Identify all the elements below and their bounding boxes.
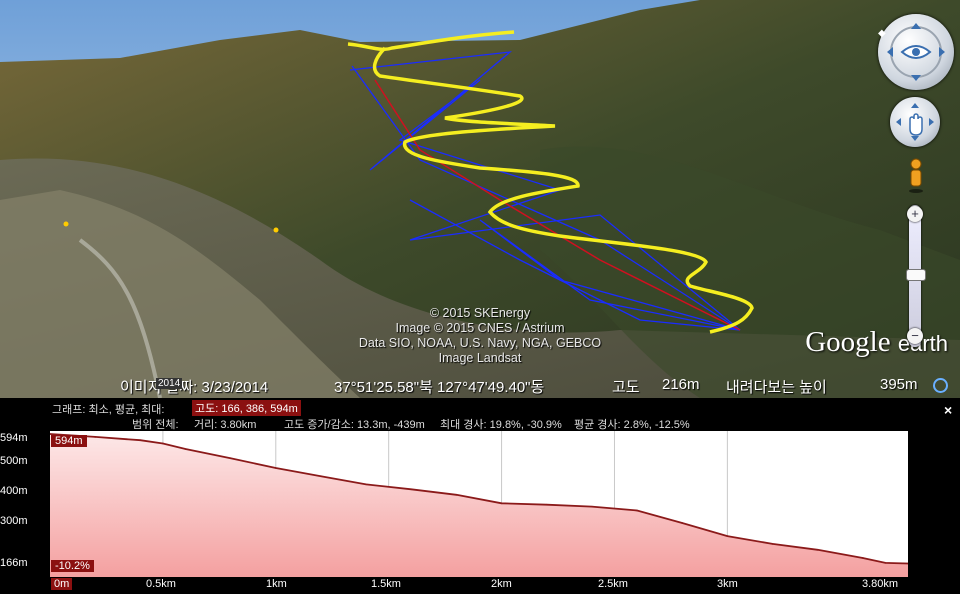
x-tick-label: 0.5km xyxy=(146,578,176,590)
zoom-in-button[interactable]: + xyxy=(907,206,923,222)
distance-stat: 거리: 3.80km xyxy=(194,419,257,431)
zoom-slider-thumb[interactable] xyxy=(906,269,926,281)
eye-altitude-label: 내려다보는 높이 xyxy=(726,379,827,396)
max-elevation-marker: 594m xyxy=(51,435,87,447)
status-bar: 이미지 날짜: 3/23/2014 37°51'25.58"북 127°47'4… xyxy=(0,374,960,396)
y-tick-label: 400m xyxy=(0,485,28,497)
elevation-point xyxy=(816,548,819,551)
elevation-point xyxy=(320,475,322,477)
elevation-point xyxy=(184,448,187,450)
eye-icon xyxy=(887,23,945,81)
y-tick-label: 500m xyxy=(0,455,28,467)
avg-slope-stat: 평균 경사: 2.8%, -12.5% xyxy=(574,419,690,431)
max-slope-stat: 최대 경사: 19.8%, -30.9% xyxy=(440,419,562,431)
elevation-point xyxy=(545,503,548,506)
x-tick-label: 1.5km xyxy=(371,578,401,590)
elevation-stats: 고도: 166, 386, 594m xyxy=(192,400,301,416)
coordinates: 37°51'25.58"북 127°47'49.40"동 xyxy=(334,379,545,396)
elevation-chart-svg xyxy=(50,431,908,577)
elevation-point xyxy=(636,509,638,512)
x-tick-label: 2.5km xyxy=(598,578,628,590)
year-badge: 2014 xyxy=(156,378,183,389)
look-navigation-control[interactable] xyxy=(878,14,954,90)
range-label: 범위 전체: xyxy=(132,419,179,431)
globe-viewport[interactable]: © 2015 SKEnergy Image © 2015 CNES / Astr… xyxy=(0,0,960,398)
pegman-icon[interactable] xyxy=(906,158,926,194)
elevation-point xyxy=(862,557,864,559)
elevation-point xyxy=(771,543,774,545)
slope-marker: -10.2% xyxy=(51,560,94,572)
hand-icon xyxy=(896,103,934,141)
y-tick-label: 166m xyxy=(0,557,28,569)
origin-marker: 0m xyxy=(51,578,73,590)
x-tick-label: 1km xyxy=(266,578,287,590)
elevation-label: 고도 xyxy=(612,379,640,396)
elevation-point xyxy=(591,505,593,508)
elevation-value: 216m xyxy=(662,376,700,393)
elevation-point xyxy=(410,488,413,491)
elevation-point xyxy=(726,535,729,537)
elevation-chart[interactable] xyxy=(50,431,908,577)
move-navigation-control[interactable] xyxy=(890,97,940,147)
elevation-point xyxy=(884,562,887,564)
elevation-point xyxy=(500,502,503,505)
elevation-point xyxy=(139,439,142,442)
gain-loss-stat: 고도 증가/감소: 13.3m, -439m xyxy=(284,419,425,431)
elevation-point xyxy=(365,483,367,486)
x-tick-label: 2km xyxy=(491,578,512,590)
y-tick-label: 594m xyxy=(0,432,28,444)
elevation-point xyxy=(162,442,164,445)
elevation-point xyxy=(229,457,232,460)
elevation-point xyxy=(681,522,684,524)
elevation-point xyxy=(274,467,277,469)
elevation-point xyxy=(94,436,96,438)
graph-stats-label: 그래프: 최소, 평균, 최대: xyxy=(52,404,165,416)
eye-altitude-value: 395m xyxy=(880,376,918,393)
compass-north-icon[interactable]: ◆ xyxy=(878,28,888,39)
elevation-point xyxy=(455,494,458,496)
elevation-area xyxy=(50,434,908,577)
attribution-line-1: © 2015 SKEnergy xyxy=(429,306,531,320)
x-tick-label: 3.80km xyxy=(862,578,899,590)
y-tick-label: 300m xyxy=(0,515,28,527)
zoom-out-button[interactable]: − xyxy=(907,328,923,344)
image-date: 이미지 날짜: 3/23/2014 xyxy=(120,379,269,396)
x-tick-label: 3km xyxy=(717,578,738,590)
logo-google-text: Google xyxy=(805,326,891,358)
close-profile-button[interactable]: × xyxy=(944,402,952,418)
streaming-status-icon xyxy=(933,378,948,393)
google-earth-logo: Google earth xyxy=(805,326,948,359)
